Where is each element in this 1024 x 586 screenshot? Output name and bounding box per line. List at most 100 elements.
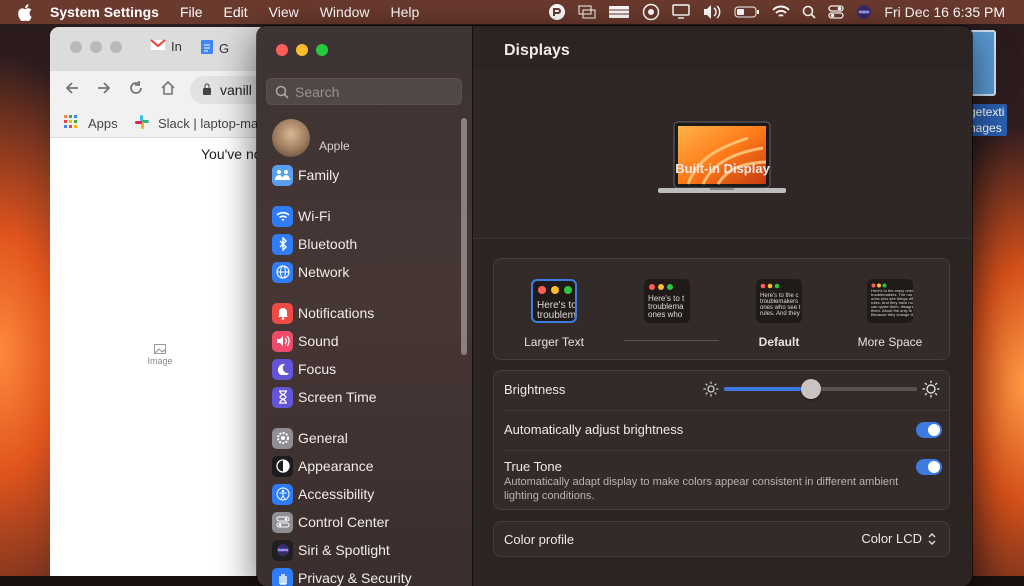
brightness-slider-knob[interactable] xyxy=(801,379,821,399)
sidebar-item-label: Privacy & Security xyxy=(298,570,412,586)
option-larger-text[interactable]: Here's to troublem xyxy=(531,279,577,323)
menu-help[interactable]: Help xyxy=(391,4,420,20)
close-button[interactable] xyxy=(276,44,288,56)
divider xyxy=(504,410,949,411)
sidebar-item-label: Bluetooth xyxy=(298,236,357,252)
sidebar-item-control-center[interactable]: Control Center xyxy=(272,510,389,534)
thumbnail-sample-text: Here's to troublem xyxy=(537,301,575,321)
auto-brightness-label: Automatically adjust brightness xyxy=(504,422,683,437)
sidebar-scrollbar[interactable] xyxy=(461,118,467,355)
image-icon xyxy=(154,346,166,356)
browser-tab-gmail[interactable]: In xyxy=(150,39,182,54)
apps-grid-icon[interactable] xyxy=(64,115,78,132)
screen-time-icon[interactable] xyxy=(642,0,660,24)
drive-icon[interactable] xyxy=(608,0,630,24)
apple-menu-icon[interactable] xyxy=(18,4,36,21)
sidebar-item-label: General xyxy=(298,430,348,446)
brightness-slider[interactable] xyxy=(724,387,917,391)
page-message: You've no xyxy=(201,146,262,162)
option-medium-larger[interactable]: Here's to t troublema ones who xyxy=(644,279,690,323)
monitor-icon[interactable] xyxy=(672,0,690,24)
menu-view[interactable]: View xyxy=(269,4,299,20)
sidebar-item-wifi[interactable]: Wi-Fi xyxy=(272,204,331,228)
sidebar-item-bluetooth[interactable]: Bluetooth xyxy=(272,232,357,256)
control-center-icon xyxy=(272,512,293,533)
browser-tab-label: In xyxy=(171,39,182,54)
pocket-icon[interactable] xyxy=(548,0,566,24)
option-default[interactable]: Here's to the c troublemakers ones who s… xyxy=(756,279,802,323)
display-mirror-icon[interactable] xyxy=(578,0,596,24)
globe-icon xyxy=(272,262,293,283)
sidebar-item-privacy[interactable]: Privacy & Security xyxy=(272,566,412,586)
sidebar-item-focus[interactable]: Focus xyxy=(272,357,336,381)
desktop-file-label[interactable]: getexti nages xyxy=(966,104,1007,136)
sidebar-item-accessibility[interactable]: Accessibility xyxy=(272,482,374,506)
sidebar-item-sound[interactable]: Sound xyxy=(272,329,338,353)
moon-icon xyxy=(272,359,293,380)
browser-tab-docs[interactable]: G xyxy=(200,39,229,58)
sidebar-item-screen-time[interactable]: Screen Time xyxy=(272,385,377,409)
option-more-space[interactable]: Here's to the crazy ones troublemakers. … xyxy=(867,279,913,323)
sidebar-item-notifications[interactable]: Notifications xyxy=(272,301,374,325)
settings-window: Apple Family Wi-Fi Bluetooth Network Not… xyxy=(257,26,972,586)
minimize-button[interactable] xyxy=(296,44,308,56)
sidebar-item-siri[interactable]: Siri & Spotlight xyxy=(272,538,390,562)
menu-edit[interactable]: Edit xyxy=(224,4,248,20)
desktop-file-label-line2: nages xyxy=(969,121,1002,135)
search-icon[interactable] xyxy=(802,0,816,24)
menu-bar: System Settings File Edit View Window He… xyxy=(0,0,1024,24)
accessibility-icon xyxy=(272,484,293,505)
settings-content: Displays Built-in Display Here's to trou… xyxy=(473,26,972,586)
bell-icon xyxy=(272,303,293,324)
slack-icon[interactable] xyxy=(134,114,150,133)
true-tone-toggle[interactable] xyxy=(916,459,942,475)
hand-icon xyxy=(272,568,293,586)
menu-file[interactable]: File xyxy=(180,4,203,20)
home-icon[interactable] xyxy=(160,80,176,101)
sidebar-item-label: Notifications xyxy=(298,305,374,321)
sidebar-item-general[interactable]: General xyxy=(272,426,348,450)
browser-zoom-button[interactable] xyxy=(110,41,122,53)
color-profile-select[interactable]: Color LCD xyxy=(861,531,937,546)
search-input[interactable] xyxy=(293,83,457,101)
bookmark-slack[interactable]: Slack | laptop-ma xyxy=(158,116,258,131)
reload-icon[interactable] xyxy=(128,80,144,101)
sidebar-item-family[interactable]: Family xyxy=(272,163,339,187)
control-center-icon[interactable] xyxy=(828,0,844,24)
avatar[interactable] xyxy=(272,119,310,157)
window-dots-icon xyxy=(760,283,800,289)
sidebar-item-label: Accessibility xyxy=(298,486,374,502)
sidebar-item-network[interactable]: Network xyxy=(272,260,349,284)
color-profile-label: Color profile xyxy=(504,532,574,547)
wifi-icon[interactable] xyxy=(772,0,790,24)
sidebar-item-appearance[interactable]: Appearance xyxy=(272,454,374,478)
sidebar-item-label: Siri & Spotlight xyxy=(298,542,390,558)
sidebar-item-label: Focus xyxy=(298,361,336,377)
lock-icon xyxy=(202,82,212,98)
back-arrow-icon[interactable] xyxy=(64,80,80,101)
forward-arrow-icon[interactable] xyxy=(96,80,112,101)
divider xyxy=(504,450,949,451)
search-field[interactable] xyxy=(266,78,462,105)
zoom-button[interactable] xyxy=(316,44,328,56)
gear-icon xyxy=(272,428,293,449)
appearance-icon xyxy=(272,456,293,477)
apple-id-label[interactable]: Apple xyxy=(319,139,350,153)
sidebar-item-label: Control Center xyxy=(298,514,389,530)
bookmark-apps[interactable]: Apps xyxy=(88,116,118,131)
browser-minimize-button[interactable] xyxy=(90,41,102,53)
browser-close-button[interactable] xyxy=(70,41,82,53)
hourglass-icon xyxy=(272,387,293,408)
volume-icon[interactable] xyxy=(702,0,722,24)
siri-icon[interactable] xyxy=(856,0,872,24)
family-icon xyxy=(272,165,293,186)
desktop-file-icon[interactable] xyxy=(968,30,996,96)
menu-app-name[interactable]: System Settings xyxy=(50,4,159,20)
gmail-icon xyxy=(150,39,166,54)
display-name[interactable]: Built-in Display xyxy=(473,161,972,176)
battery-icon[interactable] xyxy=(734,0,760,24)
speaker-icon xyxy=(272,331,293,352)
menubar-clock[interactable]: Fri Dec 16 6:35 PM xyxy=(884,4,1005,20)
auto-brightness-toggle[interactable] xyxy=(916,422,942,438)
menu-window[interactable]: Window xyxy=(320,4,370,20)
